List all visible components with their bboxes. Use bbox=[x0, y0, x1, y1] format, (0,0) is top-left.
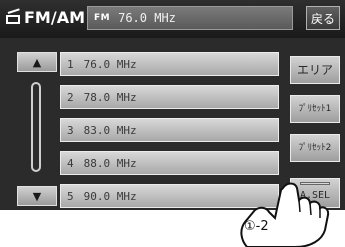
app-title-text: FM/AM bbox=[24, 8, 85, 27]
radio-icon bbox=[6, 7, 22, 24]
step-label: ①-2 bbox=[244, 219, 269, 234]
arrow-down-icon: ▼ bbox=[32, 189, 42, 203]
preset-number: 5 bbox=[67, 189, 74, 203]
preset-row-3[interactable]: 3 83.0 MHz bbox=[60, 118, 279, 142]
preset-number: 1 bbox=[67, 57, 74, 71]
scrollbar-track[interactable] bbox=[31, 82, 41, 172]
current-station-display: FM 76.0 MHz bbox=[87, 6, 293, 30]
preset2-button[interactable]: ﾌﾟﾘｾｯﾄ2 bbox=[290, 134, 340, 162]
back-button[interactable]: 戻る bbox=[306, 6, 340, 30]
preset-frequency: 90.0 MHz bbox=[83, 189, 137, 203]
preset-frequency: 88.0 MHz bbox=[83, 156, 137, 170]
scroll-down-button[interactable]: ▼ bbox=[17, 186, 57, 206]
preset-number: 2 bbox=[67, 90, 74, 104]
preset-number: 4 bbox=[67, 156, 74, 170]
preset-frequency: 76.0 MHz bbox=[83, 57, 137, 71]
preset-frequency: 83.0 MHz bbox=[83, 123, 137, 137]
preset-frequency: 78.0 MHz bbox=[83, 90, 137, 104]
preset-row-1[interactable]: 1 76.0 MHz bbox=[60, 52, 279, 76]
preset-row-2[interactable]: 2 78.0 MHz bbox=[60, 85, 279, 109]
hand-pointer-icon bbox=[240, 182, 330, 247]
scroll-up-button[interactable]: ▲ bbox=[17, 52, 57, 72]
preset-number: 3 bbox=[67, 123, 74, 137]
arrow-up-icon: ▲ bbox=[32, 55, 42, 69]
app-title: FM/AM bbox=[6, 7, 85, 27]
band-chip: FM bbox=[94, 13, 111, 23]
current-frequency: 76.0 MHz bbox=[118, 11, 176, 25]
area-button[interactable]: エリア bbox=[290, 56, 340, 84]
header-bar: FM/AM FM 76.0 MHz 戻る bbox=[0, 0, 345, 38]
preset1-button[interactable]: ﾌﾟﾘｾｯﾄ1 bbox=[290, 95, 340, 123]
